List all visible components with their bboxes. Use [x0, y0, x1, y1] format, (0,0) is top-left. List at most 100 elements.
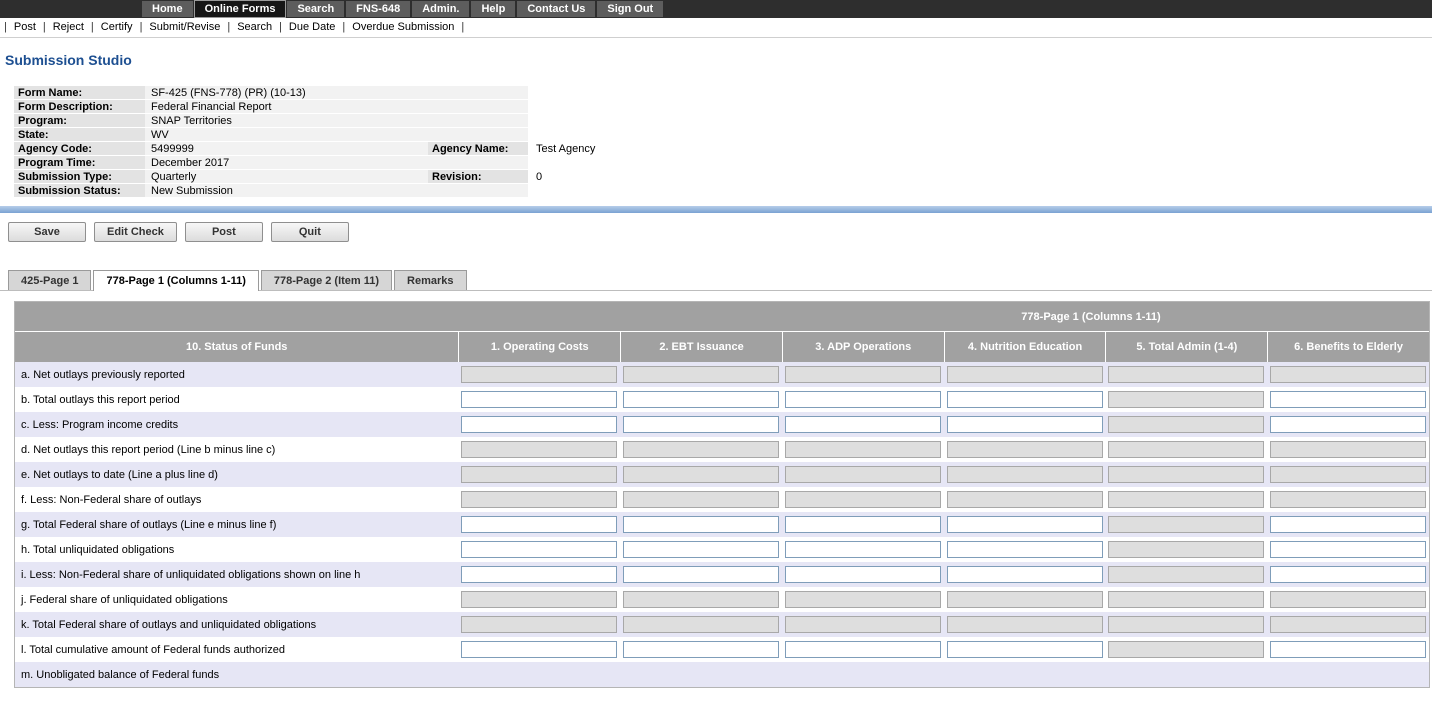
input-row-l-col-4[interactable] [947, 641, 1103, 658]
action-link-post[interactable]: Post [14, 21, 36, 33]
grid-cell-l-1 [458, 641, 620, 658]
input-row-i-col-2[interactable] [623, 566, 779, 583]
pipe-separator: | [461, 21, 464, 33]
grid-cell-j-3 [782, 591, 944, 608]
input-row-h-col-3[interactable] [785, 541, 941, 558]
grid-cell-i-6 [1267, 566, 1429, 583]
input-row-h-col-4[interactable] [947, 541, 1103, 558]
top-nav-item-fns-648[interactable]: FNS-648 [346, 1, 410, 17]
quit-button[interactable]: Quit [271, 222, 349, 242]
top-nav-item-admin[interactable]: Admin. [412, 1, 469, 17]
grid-cell-g-3 [782, 516, 944, 533]
grid-cell-c-5 [1105, 416, 1267, 433]
input-row-j-col-1 [461, 591, 617, 608]
row-label-b: b. Total outlays this report period [15, 394, 458, 406]
top-nav-item-sign-out[interactable]: Sign Out [597, 1, 663, 17]
info-value-revision: 0 [528, 170, 1432, 183]
grid-cell-f-3 [782, 491, 944, 508]
grid-row-m: m. Unobligated balance of Federal funds [15, 662, 1429, 687]
pipe-separator: | [227, 21, 230, 33]
input-row-i-col-1[interactable] [461, 566, 617, 583]
input-row-h-col-6[interactable] [1270, 541, 1426, 558]
save-button[interactable]: Save [8, 222, 86, 242]
input-row-c-col-6[interactable] [1270, 416, 1426, 433]
grid-col-header-2-ebt-issuance: 2. EBT Issuance [620, 332, 782, 362]
top-nav-item-home[interactable]: Home [142, 1, 193, 17]
tab-425-page-1[interactable]: 425-Page 1 [8, 270, 91, 290]
tab-remarks[interactable]: Remarks [394, 270, 466, 290]
input-row-b-col-6[interactable] [1270, 391, 1426, 408]
input-row-e-col-4 [947, 466, 1103, 483]
input-row-g-col-4[interactable] [947, 516, 1103, 533]
top-nav-item-search[interactable]: Search [287, 1, 344, 17]
input-row-d-col-3 [785, 441, 941, 458]
input-row-i-col-5 [1108, 566, 1264, 583]
tab-778-page-1-columns-1-11[interactable]: 778-Page 1 (Columns 1-11) [93, 270, 258, 291]
action-link-overdue-submission[interactable]: Overdue Submission [352, 21, 454, 33]
grid-cell-e-3 [782, 466, 944, 483]
grid-cell-h-6 [1267, 541, 1429, 558]
top-nav-item-contact-us[interactable]: Contact Us [517, 1, 595, 17]
input-row-b-col-3[interactable] [785, 391, 941, 408]
edit-check-button[interactable]: Edit Check [94, 222, 177, 242]
input-row-l-col-3[interactable] [785, 641, 941, 658]
input-row-l-col-5 [1108, 641, 1264, 658]
info-label-agency-name: Agency Name: [428, 142, 528, 155]
row-label-m: m. Unobligated balance of Federal funds [15, 669, 458, 681]
info-value-spacer [528, 184, 1432, 197]
grid-cell-c-3 [782, 416, 944, 433]
tab-strip: 425-Page 1778-Page 1 (Columns 1-11)778-P… [0, 270, 1432, 291]
input-row-a-col-1 [461, 366, 617, 383]
input-row-i-col-6[interactable] [1270, 566, 1426, 583]
grid-cell-l-6 [1267, 641, 1429, 658]
input-row-d-col-4 [947, 441, 1103, 458]
input-row-b-col-2[interactable] [623, 391, 779, 408]
grid-col-header-3-adp-operations: 3. ADP Operations [782, 332, 944, 362]
grid-cell-i-3 [782, 566, 944, 583]
input-row-h-col-1[interactable] [461, 541, 617, 558]
post-button[interactable]: Post [185, 222, 263, 242]
grid-cell-j-2 [620, 591, 782, 608]
info-label-agency-code: Agency Code: [14, 142, 145, 155]
input-row-l-col-2[interactable] [623, 641, 779, 658]
action-link-submit-revise[interactable]: Submit/Revise [149, 21, 220, 33]
action-link-search[interactable]: Search [237, 21, 272, 33]
row-label-l: l. Total cumulative amount of Federal fu… [15, 644, 458, 656]
form-info-table: Form Name:SF-425 (FNS-778) (PR) (10-13)F… [14, 86, 1432, 198]
input-row-k-col-4 [947, 616, 1103, 633]
input-row-l-col-6[interactable] [1270, 641, 1426, 658]
form-info-row-agency-code: Agency Code:5499999Agency Name:Test Agen… [14, 142, 1432, 156]
input-row-b-col-1[interactable] [461, 391, 617, 408]
grid-cell-f-6 [1267, 491, 1429, 508]
action-link-certify[interactable]: Certify [101, 21, 133, 33]
input-row-b-col-4[interactable] [947, 391, 1103, 408]
input-row-c-col-1[interactable] [461, 416, 617, 433]
input-row-k-col-6 [1270, 616, 1426, 633]
tab-778-page-2-item-11[interactable]: 778-Page 2 (Item 11) [261, 270, 392, 290]
status-of-funds-grid: 778-Page 1 (Columns 1-11) 10. Status of … [14, 301, 1430, 688]
page-title: Submission Studio [5, 52, 1432, 68]
input-row-a-col-3 [785, 366, 941, 383]
action-link-reject[interactable]: Reject [53, 21, 84, 33]
top-nav-item-online-forms[interactable]: Online Forms [195, 1, 286, 17]
input-row-f-col-3 [785, 491, 941, 508]
input-row-c-col-3[interactable] [785, 416, 941, 433]
input-row-g-col-1[interactable] [461, 516, 617, 533]
input-row-i-col-3[interactable] [785, 566, 941, 583]
input-row-c-col-2[interactable] [623, 416, 779, 433]
action-link-due-date[interactable]: Due Date [289, 21, 335, 33]
input-row-g-col-3[interactable] [785, 516, 941, 533]
input-row-c-col-4[interactable] [947, 416, 1103, 433]
input-row-g-col-6[interactable] [1270, 516, 1426, 533]
input-row-f-col-1 [461, 491, 617, 508]
info-label-revision: Revision: [428, 170, 528, 183]
input-row-i-col-4[interactable] [947, 566, 1103, 583]
top-nav-item-help[interactable]: Help [471, 1, 515, 17]
input-row-l-col-1[interactable] [461, 641, 617, 658]
input-row-g-col-2[interactable] [623, 516, 779, 533]
grid-cell-c-6 [1267, 416, 1429, 433]
input-row-h-col-2[interactable] [623, 541, 779, 558]
form-info-row-program-time: Program Time:December 2017 [14, 156, 1432, 170]
pipe-separator: | [43, 21, 46, 33]
grid-cell-j-1 [458, 591, 620, 608]
